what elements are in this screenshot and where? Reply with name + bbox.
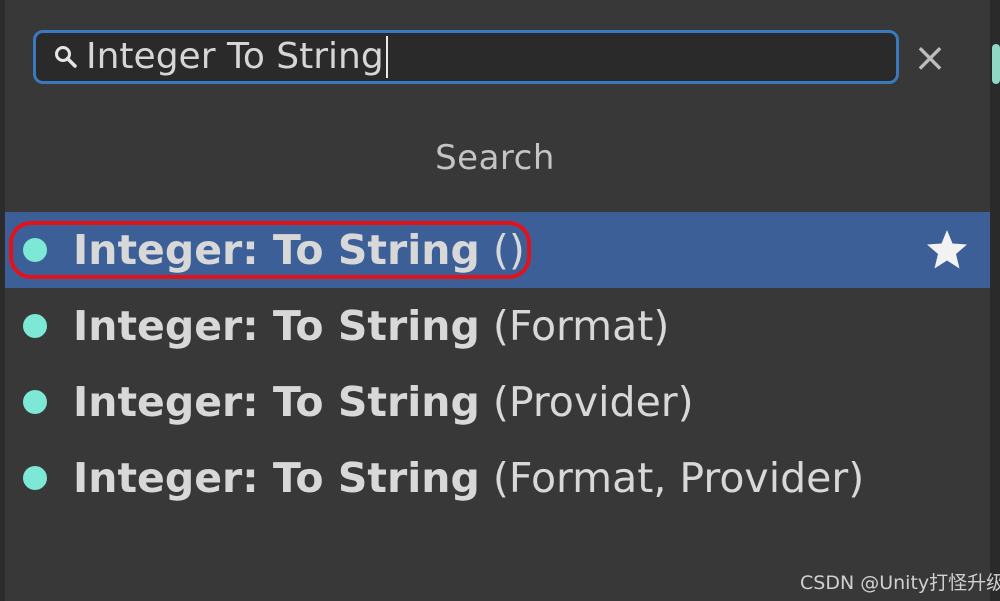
scrollbar[interactable] [990, 0, 1000, 601]
node-dot-icon [23, 390, 47, 414]
result-label: Integer: To String (Format) [73, 302, 669, 350]
text-caret [385, 36, 388, 78]
node-dot-icon [23, 314, 47, 338]
section-header: Search [435, 138, 555, 178]
clear-search-button[interactable]: × [910, 36, 950, 80]
result-item[interactable]: Integer: To String () [5, 212, 990, 288]
scrollbar-thumb[interactable] [992, 44, 1000, 84]
result-params: (Provider) [492, 378, 694, 426]
search-field[interactable]: Integer To String [33, 30, 899, 84]
result-params: (Format, Provider) [492, 454, 865, 502]
watermark: CSDN @Unity打怪升级 [800, 572, 1000, 594]
result-item[interactable]: Integer: To String (Provider) [5, 364, 990, 440]
result-label: Integer: To String (Format, Provider) [73, 454, 864, 502]
search-row: Integer To String × [0, 20, 990, 96]
result-item[interactable]: Integer: To String (Format) [5, 288, 990, 364]
search-icon [52, 43, 80, 71]
result-name: Integer: To String [73, 454, 480, 502]
result-params: (Format) [492, 302, 670, 350]
star-icon[interactable] [923, 226, 971, 274]
result-name: Integer: To String [73, 378, 480, 426]
result-name: Integer: To String [73, 302, 480, 350]
search-input[interactable]: Integer To String [86, 30, 384, 84]
highlight-annotation [9, 221, 531, 279]
fuzzy-finder-window: Integer To String × Search Integer: To S… [0, 0, 1000, 601]
result-label: Integer: To String (Provider) [73, 378, 694, 426]
node-dot-icon [23, 466, 47, 490]
result-item[interactable]: Integer: To String (Format, Provider) [5, 440, 990, 516]
results-list: Integer: To String () Integer: To String… [5, 212, 990, 516]
